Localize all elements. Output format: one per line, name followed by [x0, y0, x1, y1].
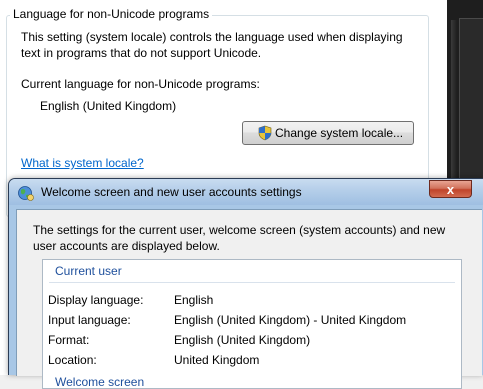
welcome-settings-dialog: Welcome screen and new user accounts set… — [8, 178, 483, 389]
current-language-value: English (United Kingdom) — [40, 99, 177, 113]
section-divider — [49, 282, 455, 283]
display-language-value: English — [174, 293, 214, 307]
change-system-locale-label: Change system locale... — [275, 126, 404, 140]
welcome-screen-heading: Welcome screen — [55, 375, 145, 389]
non-unicode-group-title: Language for non-Unicode programs — [10, 7, 213, 21]
settings-list: Current user Display language: English I… — [42, 259, 462, 389]
change-system-locale-button[interactable]: Change system locale... — [242, 121, 414, 145]
system-locale-description: This setting (system locale) controls th… — [21, 30, 403, 60]
current-user-heading: Current user — [55, 264, 122, 278]
close-button[interactable]: x — [429, 180, 472, 198]
input-language-label: Input language: — [48, 313, 131, 327]
what-is-system-locale-link[interactable]: What is system locale? — [21, 156, 144, 170]
current-language-label: Current language for non-Unicode program… — [21, 77, 260, 91]
uac-shield-icon — [258, 125, 272, 141]
location-label: Location: — [48, 353, 97, 367]
format-value: English (United Kingdom) — [174, 333, 311, 347]
format-label: Format: — [48, 333, 90, 347]
dialog-title-bar[interactable]: Welcome screen and new user accounts set… — [9, 179, 483, 205]
close-icon: x — [446, 181, 455, 197]
input-language-value: English (United Kingdom) - United Kingdo… — [174, 313, 407, 327]
dialog-title: Welcome screen and new user accounts set… — [41, 185, 302, 199]
dialog-description: The settings for the current user, welco… — [33, 223, 446, 253]
dialog-content: The settings for the current user, welco… — [16, 209, 482, 389]
display-language-label: Display language: — [48, 293, 144, 307]
globe-settings-icon — [18, 186, 34, 201]
location-value: United Kingdom — [174, 353, 260, 367]
